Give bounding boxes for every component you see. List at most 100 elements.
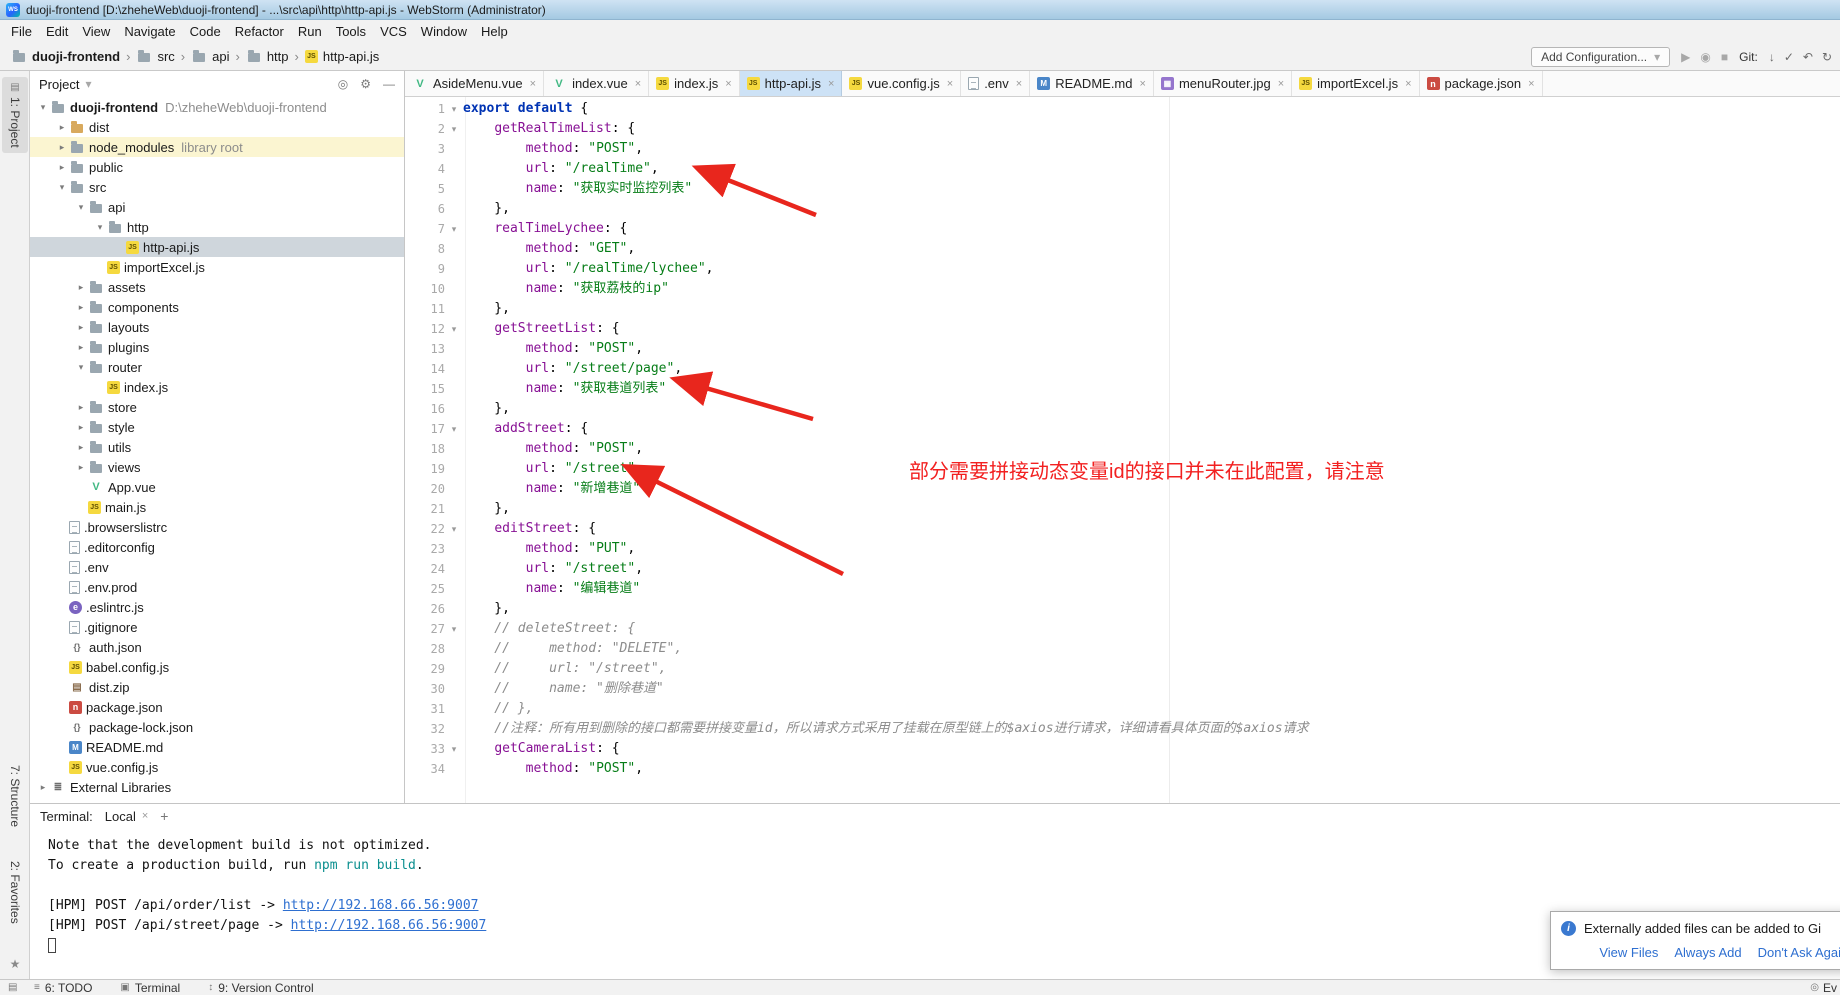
tree-item-auth-json[interactable]: {}auth.json — [30, 637, 404, 657]
tree-item-readme-md[interactable]: MREADME.md — [30, 737, 404, 757]
status-item-9-version-control[interactable]: ↕9: Version Control — [208, 981, 313, 995]
notification-action-don-t-ask-agai[interactable]: Don't Ask Agai — [1758, 945, 1840, 960]
tree-item-package-lock-json[interactable]: {}package-lock.json — [30, 717, 404, 737]
tree-item-env-prod[interactable]: .env.prod — [30, 577, 404, 597]
close-icon[interactable]: × — [725, 78, 731, 90]
status-item-6-todo[interactable]: ≡6: TODO — [34, 981, 92, 995]
close-icon[interactable]: × — [1528, 78, 1534, 90]
fold-icon[interactable]: ▾ — [445, 324, 463, 335]
fold-icon[interactable]: ▾ — [445, 224, 463, 235]
close-icon[interactable]: × — [530, 78, 536, 90]
tree-item-router[interactable]: ▾router — [30, 357, 404, 377]
terminal-link[interactable]: http://192.168.66.56:9007 — [283, 898, 479, 913]
tree-item-vue-config-js[interactable]: JSvue.config.js — [30, 757, 404, 777]
tree-item-style[interactable]: ▸style — [30, 417, 404, 437]
breadcrumb-duoji-frontend[interactable]: duoji-frontend — [8, 47, 123, 66]
breadcrumb-http-api-js[interactable]: JShttp-api.js — [302, 47, 382, 66]
menu-item-edit[interactable]: Edit — [39, 22, 75, 41]
tab-readme-md[interactable]: MREADME.md× — [1030, 71, 1154, 96]
menu-item-code[interactable]: Code — [183, 22, 228, 41]
chevron-right-icon[interactable]: ▸ — [74, 342, 88, 353]
chevron-down-icon[interactable]: ▾ — [36, 102, 50, 113]
breadcrumb-src[interactable]: src — [133, 47, 177, 66]
close-icon[interactable]: × — [142, 810, 148, 822]
tool-button-project[interactable]: ▤ 1: Project — [2, 77, 28, 153]
chevron-right-icon[interactable]: ▸ — [74, 442, 88, 453]
git-update-icon[interactable]: ↓ — [1769, 50, 1775, 64]
tab-asidemenu-vue[interactable]: VAsideMenu.vue× — [405, 71, 544, 96]
menu-item-window[interactable]: Window — [414, 22, 474, 41]
tree-item-babel-config-js[interactable]: JSbabel.config.js — [30, 657, 404, 677]
notification-action-always-add[interactable]: Always Add — [1674, 945, 1741, 960]
tree-item-app-vue[interactable]: VApp.vue — [30, 477, 404, 497]
hide-icon[interactable]: — — [383, 77, 395, 91]
tab-http-api-js[interactable]: JShttp-api.js× — [740, 71, 843, 96]
project-panel-title[interactable]: Project — [39, 77, 79, 92]
chevron-right-icon[interactable]: ▸ — [74, 462, 88, 473]
menu-item-help[interactable]: Help — [474, 22, 515, 41]
tree-item-package-json[interactable]: npackage.json — [30, 697, 404, 717]
tree-item-dist[interactable]: ▸dist — [30, 117, 404, 137]
terminal-tab-local[interactable]: Local × — [105, 809, 149, 824]
tree-item-assets[interactable]: ▸assets — [30, 277, 404, 297]
menu-item-file[interactable]: File — [4, 22, 39, 41]
tree-item-store[interactable]: ▸store — [30, 397, 404, 417]
breadcrumb-api[interactable]: api — [188, 47, 232, 66]
debug-icon[interactable]: ◉ — [1700, 50, 1710, 64]
chevron-right-icon[interactable]: ▸ — [55, 162, 69, 173]
fold-icon[interactable]: ▾ — [445, 104, 463, 115]
locate-icon[interactable]: ◎ — [338, 77, 348, 91]
fold-icon[interactable]: ▾ — [445, 624, 463, 635]
menu-item-refactor[interactable]: Refactor — [228, 22, 291, 41]
status-right[interactable]: ◎ Ev — [1810, 981, 1837, 995]
chevron-down-icon[interactable]: ▾ — [74, 202, 88, 213]
notification-action-view-files[interactable]: View Files — [1599, 945, 1658, 960]
menu-item-tools[interactable]: Tools — [329, 22, 373, 41]
tree-item-importexcel-js[interactable]: JSimportExcel.js — [30, 257, 404, 277]
tree-item-browserslistrc[interactable]: .browserslistrc — [30, 517, 404, 537]
stop-icon[interactable]: ■ — [1721, 50, 1728, 64]
chevron-right-icon[interactable]: ▸ — [36, 782, 50, 793]
chevron-down-icon[interactable]: ▾ — [55, 182, 69, 193]
menu-item-navigate[interactable]: Navigate — [117, 22, 182, 41]
tree-item-public[interactable]: ▸public — [30, 157, 404, 177]
chevron-right-icon[interactable]: ▸ — [74, 282, 88, 293]
tab-package-json[interactable]: npackage.json× — [1420, 71, 1543, 96]
tree-item-api[interactable]: ▾api — [30, 197, 404, 217]
close-icon[interactable]: × — [635, 78, 641, 90]
chevron-down-icon[interactable]: ▾ — [85, 77, 91, 91]
tree-item-dist-zip[interactable]: ▤dist.zip — [30, 677, 404, 697]
tree-item-http-api-js[interactable]: JShttp-api.js — [30, 237, 404, 257]
tree-item-gitignore[interactable]: .gitignore — [30, 617, 404, 637]
tree-item-layouts[interactable]: ▸layouts — [30, 317, 404, 337]
chevron-right-icon[interactable]: ▸ — [74, 402, 88, 413]
breadcrumb-http[interactable]: http — [243, 47, 292, 66]
tab-vue-config-js[interactable]: JSvue.config.js× — [842, 71, 961, 96]
tree-item-views[interactable]: ▸views — [30, 457, 404, 477]
code-editor[interactable]: 1▾export default {2▾ getRealTimeList: {3… — [405, 97, 1840, 803]
menu-item-view[interactable]: View — [75, 22, 117, 41]
tab-index-js[interactable]: JSindex.js× — [649, 71, 740, 96]
tool-button-structure[interactable]: 7: Structure — [2, 765, 28, 827]
tab-importexcel-js[interactable]: JSimportExcel.js× — [1292, 71, 1419, 96]
close-icon[interactable]: × — [828, 78, 834, 90]
tree-item-external-libraries[interactable]: ▸≣External Libraries — [30, 777, 404, 797]
tree-item-duoji-frontend[interactable]: ▾duoji-frontendD:\zheheWeb\duoji-fronten… — [30, 97, 404, 117]
chevron-right-icon[interactable]: ▸ — [74, 322, 88, 333]
terminal-link[interactable]: http://192.168.66.56:9007 — [291, 918, 487, 933]
chevron-right-icon[interactable]: ▸ — [74, 302, 88, 313]
close-icon[interactable]: × — [1140, 78, 1146, 90]
close-icon[interactable]: × — [1016, 78, 1022, 90]
fold-icon[interactable]: ▾ — [445, 524, 463, 535]
tree-item-src[interactable]: ▾src — [30, 177, 404, 197]
tree-item-components[interactable]: ▸components — [30, 297, 404, 317]
fold-icon[interactable]: ▾ — [445, 744, 463, 755]
chevron-right-icon[interactable]: ▸ — [55, 142, 69, 153]
tree-item-eslintrc-js[interactable]: e.eslintrc.js — [30, 597, 404, 617]
run-icon[interactable]: ▶ — [1681, 50, 1690, 64]
git-revert-icon[interactable]: ↶ — [1803, 50, 1813, 64]
close-icon[interactable]: × — [1278, 78, 1284, 90]
tree-item-main-js[interactable]: JSmain.js — [30, 497, 404, 517]
menu-item-vcs[interactable]: VCS — [373, 22, 414, 41]
fold-icon[interactable]: ▾ — [445, 124, 463, 135]
